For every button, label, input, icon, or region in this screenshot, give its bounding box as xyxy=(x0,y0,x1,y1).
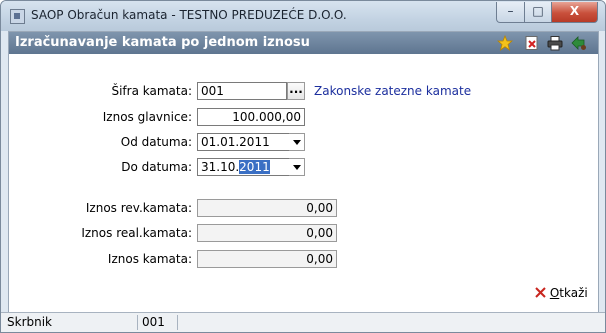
status-user-code: 001 xyxy=(138,315,178,330)
od-datuma-label: Od datuma: xyxy=(120,135,192,149)
status-user-label: Skrbnik xyxy=(3,315,138,330)
app-icon xyxy=(10,9,25,24)
iznos-rev-kamata-field: 0,00 xyxy=(197,199,337,217)
sifra-kamata-label: Šifra kamata: xyxy=(111,84,192,98)
od-datuma-dropdown-button[interactable] xyxy=(289,133,305,151)
do-datuma-dropdown-button[interactable] xyxy=(289,158,305,176)
exit-icon[interactable] xyxy=(571,35,587,51)
od-datuma-input[interactable]: 01.01.2011 xyxy=(197,133,290,151)
iznos-kamata-label: Iznos kamata: xyxy=(107,252,192,266)
x-icon xyxy=(535,287,546,298)
sifra-kamata-description: Zakonske zatezne kamate xyxy=(314,84,472,98)
iznos-real-kamata-field: 0,00 xyxy=(197,224,337,242)
iznos-kamata-field: 0,00 xyxy=(197,250,337,268)
form-header: Izračunavanje kamata po jednom iznosu xyxy=(9,32,598,54)
star-icon[interactable] xyxy=(497,35,513,51)
do-datuma-label: Do datuma: xyxy=(121,160,192,174)
minimize-button[interactable]: – xyxy=(496,2,525,23)
close-button[interactable]: X xyxy=(551,2,598,23)
app-window: SAOP Obračun kamata - TESTNO PREDUZEĆE D… xyxy=(0,0,606,333)
maximize-button[interactable]: □ xyxy=(524,2,552,23)
close-document-icon[interactable] xyxy=(524,35,540,51)
status-bar: Skrbnik 001 xyxy=(1,312,605,332)
window-title: SAOP Obračun kamata - TESTNO PREDUZEĆE D… xyxy=(31,8,347,22)
iznos-glavnice-input[interactable]: 100.000,00 xyxy=(197,108,305,126)
do-datuma-input[interactable]: 31.10.2011 xyxy=(197,158,290,176)
cancel-label-rest: tkaži xyxy=(559,286,588,300)
title-bar[interactable]: SAOP Obračun kamata - TESTNO PREDUZEĆE D… xyxy=(1,1,605,31)
do-datuma-selected-text: 2011 xyxy=(239,160,270,174)
cancel-label-accelerator: O xyxy=(549,286,560,300)
cancel-button[interactable]: Otkaži xyxy=(535,286,588,300)
iznos-real-kamata-label: Iznos real.kamata: xyxy=(81,226,192,240)
sifra-kamata-input[interactable]: 001 xyxy=(197,82,287,100)
printer-icon[interactable] xyxy=(547,35,563,51)
iznos-glavnice-label: Iznos glavnice: xyxy=(102,110,192,124)
iznos-rev-kamata-label: Iznos rev.kamata: xyxy=(85,201,192,215)
sifra-kamata-lookup-button[interactable]: ... xyxy=(287,82,305,100)
form-panel: Izračunavanje kamata po jednom iznosu Ši… xyxy=(8,31,599,314)
form-title: Izračunavanje kamata po jednom iznosu xyxy=(15,35,310,50)
do-datuma-value-prefix: 31.10. xyxy=(201,160,240,174)
